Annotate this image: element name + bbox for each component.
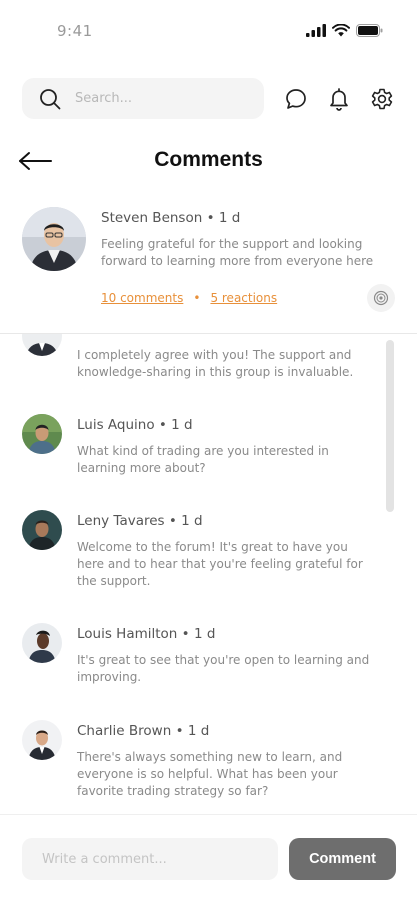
reactions-count-link[interactable]: 5 reactions [210, 291, 277, 305]
avatar[interactable] [22, 414, 62, 454]
comment-time: 1 d [187, 723, 210, 739]
comment-text: It's great to see that you're open to le… [77, 653, 370, 684]
chat-button[interactable] [283, 86, 309, 112]
comments-count-link[interactable]: 10 comments [101, 291, 183, 305]
post-stats: 10 comments • 5 reactions [101, 291, 277, 305]
comment-composer: Comment [0, 814, 417, 900]
comment-separator: • [168, 513, 177, 529]
post-separator: • [206, 210, 215, 226]
comment-author[interactable]: Louis Hamilton [77, 626, 177, 642]
comment-author[interactable]: Charlie Brown [77, 723, 171, 739]
scrollbar[interactable] [386, 340, 394, 512]
avatar[interactable] [22, 334, 62, 356]
post-author-line: Steven Benson • 1 d [101, 210, 240, 226]
comment-author[interactable]: Luis Aquino [77, 417, 155, 433]
battery-icon [356, 24, 383, 37]
stats-separator: • [193, 291, 201, 305]
comment-author[interactable]: Leny Tavares [77, 513, 165, 529]
comment-separator: • [181, 626, 190, 642]
wifi-icon [332, 24, 350, 37]
comment-author-line: Charlie Brown • 1 d [77, 723, 209, 739]
comment-text: What kind of trading are you interested … [77, 444, 329, 475]
avatar[interactable] [22, 720, 62, 760]
bell-icon [330, 88, 348, 111]
avatar[interactable] [22, 207, 86, 271]
gear-icon [371, 88, 393, 110]
settings-button[interactable] [369, 86, 395, 112]
search-icon [40, 88, 61, 109]
comments-list[interactable]: I completely agree with you! The support… [0, 334, 417, 814]
comment-separator: • [175, 723, 184, 739]
top-toolbar [22, 78, 402, 120]
notifications-button[interactable] [326, 86, 352, 112]
post-text: Feeling grateful for the support and loo… [101, 237, 374, 268]
comment-input[interactable] [22, 838, 278, 880]
comment-author-line: Luis Aquino • 1 d [77, 417, 193, 433]
search-bar[interactable] [22, 78, 264, 119]
comment-submit-button[interactable]: Comment [289, 838, 396, 880]
comment-time: 1 d [181, 513, 203, 529]
avatar[interactable] [22, 623, 62, 663]
status-time: 9:41 [57, 22, 93, 40]
comment-text: I completely agree with you! The support… [77, 348, 354, 379]
comment-text: There's always something new to learn, a… [77, 750, 343, 798]
comment-author-line: Leny Tavares • 1 d [77, 513, 203, 529]
avatar[interactable] [22, 510, 62, 550]
signal-icon [306, 24, 326, 37]
comment-time: 1 d [193, 626, 216, 642]
comment-author-line: Louis Hamilton • 1 d [77, 626, 215, 642]
comment-time: 1 d [171, 417, 193, 433]
status-icons [306, 24, 383, 37]
post-author-name[interactable]: Steven Benson [101, 210, 202, 226]
comment-separator: • [158, 417, 167, 433]
comment-text: Welcome to the forum! It's great to have… [77, 540, 363, 588]
page-header: Comments [0, 140, 417, 184]
original-post: Steven Benson • 1 d Feeling grateful for… [0, 202, 417, 334]
post-time: 1 d [218, 210, 241, 226]
search-input[interactable] [75, 91, 225, 106]
reaction-icon [373, 290, 389, 306]
chat-bubble-icon [286, 89, 306, 109]
page-title: Comments [154, 148, 263, 171]
reaction-button[interactable] [367, 284, 395, 312]
status-bar: 9:41 [0, 0, 417, 62]
